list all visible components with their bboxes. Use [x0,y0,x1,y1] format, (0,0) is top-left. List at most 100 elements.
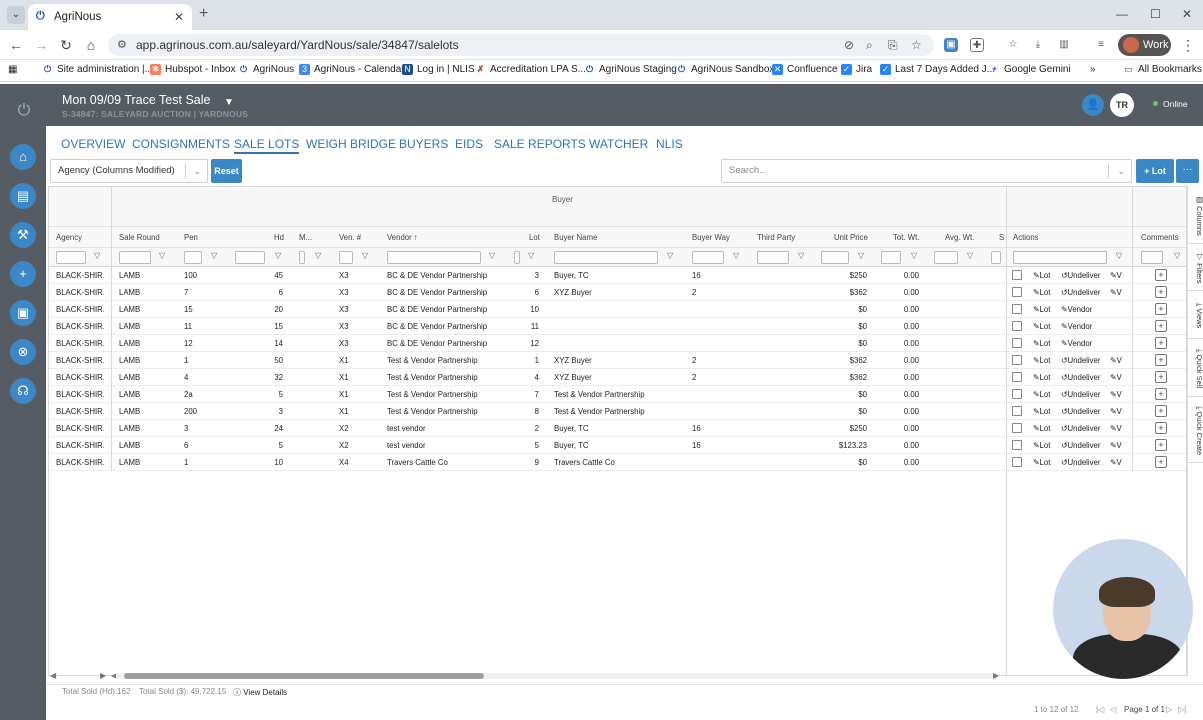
sale-title[interactable]: Mon 09/09 Trace Test Sale [62,93,210,107]
home-nav-icon[interactable]: ⌂ [10,144,36,170]
search-input[interactable]: Search... ⌄ [721,159,1132,183]
table-row[interactable]: BLACK-SHIR... LAMB 1 50 X1 Test & Vendor Part… [49,352,1186,369]
col-ven[interactable]: Ven. # [339,233,361,242]
add-comment-icon[interactable]: + [1155,354,1167,366]
add-lot-button[interactable]: + Lot [1136,159,1174,183]
avatar[interactable]: TR [1110,93,1134,117]
tab-consignments[interactable]: CONSIGNMENTS [132,137,230,151]
bookmark-item[interactable]: ⏻ Site administration |... [42,64,153,75]
more-bookmarks-icon[interactable]: » [1090,64,1096,75]
undeliver-button[interactable]: ↺Undeliver [1061,407,1100,416]
bookmark-item[interactable]: ⏻ AgriNous [238,64,294,75]
reload-icon[interactable]: ↻ [58,37,74,54]
side-tab-columns[interactable]: ▥ Columns [1188,186,1203,244]
filter-icon[interactable]: ▽ [798,251,804,260]
col-avg-wt[interactable]: Avg. Wt. [945,233,974,242]
agrinous-logo-icon[interactable]: ⏻ [14,102,34,122]
add-comment-icon[interactable]: + [1155,422,1167,434]
filter-buyer-name-input[interactable] [554,251,658,264]
bookmark-item[interactable]: N Log in | NLIS [402,64,475,75]
table-row[interactable]: BLACK-SHIR... LAMB 200 3 X1 Test & Vendor Par… [49,403,1186,420]
bookmark-item[interactable]: ✗ Accreditation LPA S... [475,64,586,75]
window-close-icon[interactable]: ✕ [1182,7,1192,21]
filter-s-input[interactable] [991,251,1001,264]
extensions-puzzle-icon[interactable]: ✚ [970,38,984,52]
add-comment-icon[interactable]: + [1155,456,1167,468]
row-checkbox[interactable] [1012,304,1022,314]
table-row[interactable]: BLACK-SHIR... LAMB 7 6 X3 BC & DE Vendor Part… [49,284,1186,301]
filter-buyer-way-input[interactable] [692,251,724,264]
tab-buyers[interactable]: BUYERS [399,137,448,151]
undeliver-button[interactable]: ↺Undeliver [1061,373,1100,382]
bookmark-item[interactable]: ✕ Confluence [772,64,838,75]
bookmark-item[interactable]: ⏻ AgriNous Sandbox [676,64,774,75]
edit-vendor-button[interactable]: ✎V [1110,441,1122,450]
table-row[interactable]: BLACK-SHIR... LAMB 12 14 X3 BC & DE Vendor Pa… [49,335,1186,352]
bookmarks-icon[interactable]: ☆ [1006,38,1020,52]
next-page-icon[interactable]: ▷ [1166,705,1172,714]
undeliver-button[interactable]: ↺Undeliver [1061,441,1100,450]
gavel-nav-icon[interactable]: ⚒ [10,222,36,248]
filter-icon[interactable]: ▽ [275,251,281,260]
all-bookmarks[interactable]: ▭ All Bookmarks [1123,64,1202,75]
edit-vendor-button[interactable]: ✎V [1110,356,1122,365]
filter-icon[interactable]: ▽ [94,251,100,260]
prev-page-icon[interactable]: ◁ [1110,705,1116,714]
row-checkbox[interactable] [1012,338,1022,348]
filter-pen-input[interactable] [184,251,202,264]
filter-icon[interactable]: ▽ [667,251,673,260]
add-comment-icon[interactable]: + [1155,388,1167,400]
col-unit-price[interactable]: Unit Price [834,233,868,242]
row-checkbox[interactable] [1012,287,1022,297]
table-row[interactable]: BLACK-SHIR... LAMB 15 20 X3 BC & DE Vendor Pa… [49,301,1186,318]
add-comment-icon[interactable]: + [1155,337,1167,349]
media-icon[interactable]: ≡ [1094,38,1108,52]
table-row[interactable]: BLACK-SHIR... LAMB 1 10 X4 Travers Cattle Co 9… [49,454,1186,471]
edit-lot-button[interactable]: ✎Lot [1033,288,1050,297]
edit-lot-button[interactable]: ✎Lot [1033,373,1050,382]
bookmark-item[interactable]: ✱ Hubspot - Inbox [150,64,236,75]
filter-hd-input[interactable] [235,251,265,264]
col-buyer-way[interactable]: Buyer Way [692,233,730,242]
bookmark-item[interactable]: ✓ Jira [841,64,872,75]
row-checkbox[interactable] [1012,270,1022,280]
reset-button[interactable]: Reset [211,159,242,183]
first-page-icon[interactable]: |◁ [1096,705,1104,714]
filter-icon[interactable]: ▽ [489,251,495,260]
row-checkbox[interactable] [1012,457,1022,467]
row-checkbox[interactable] [1012,372,1022,382]
last-page-icon[interactable]: ▷| [1178,705,1186,714]
filter-icon[interactable]: ▽ [858,251,864,260]
apps-icon[interactable]: ▦ [8,64,17,75]
bookmark-item[interactable]: 3 AgriNous - Calendar [299,64,405,75]
support-nav-icon[interactable]: ☊ [10,378,36,404]
minimize-icon[interactable]: — [1116,7,1128,21]
row-checkbox[interactable] [1012,321,1022,331]
side-tab-quick-create[interactable]: ⤓ Quick Create [1188,397,1203,463]
bookmark-item[interactable]: ✦ Google Gemini [989,64,1071,75]
browser-tab[interactable]: ⏻ AgriNous ✕ [28,4,192,30]
add-comment-icon[interactable]: + [1155,286,1167,298]
undeliver-button[interactable]: ↺Undeliver [1061,271,1100,280]
add-comment-icon[interactable]: + [1155,405,1167,417]
col-sale-round[interactable]: Sale Round [119,233,160,242]
undeliver-button[interactable]: ↺Undeliver [1061,356,1100,365]
col-comments[interactable]: Comments [1141,233,1179,242]
col-vendor[interactable]: Vendor ↑ [387,233,418,242]
filter-icon[interactable]: ▽ [1116,251,1122,260]
filter-icon[interactable]: ▽ [911,251,917,260]
install-icon[interactable]: ⎘ [888,34,898,56]
tab-nlis[interactable]: NLIS [656,137,683,151]
edit-vendor-button[interactable]: ✎V [1110,407,1122,416]
row-checkbox[interactable] [1012,440,1022,450]
edit-lot-button[interactable]: ✎Lot [1033,339,1050,348]
table-row[interactable]: BLACK-SHIR... LAMB 6 5 X2 test vendor 5 Buyer, … [49,437,1186,454]
download-icon[interactable]: ⤓ [1031,38,1045,52]
edit-lot-button[interactable]: ✎Lot [1033,441,1050,450]
edit-lot-button[interactable]: ✎Lot [1033,322,1050,331]
edit-lot-button[interactable]: ✎Lot [1033,390,1050,399]
edit-vendor-button[interactable]: ✎Vendor [1061,339,1092,348]
edit-lot-button[interactable]: ✎Lot [1033,271,1050,280]
filter-sale-round-input[interactable] [119,251,151,264]
bookmark-item[interactable]: ⏻ AgriNous Staging [584,64,677,75]
